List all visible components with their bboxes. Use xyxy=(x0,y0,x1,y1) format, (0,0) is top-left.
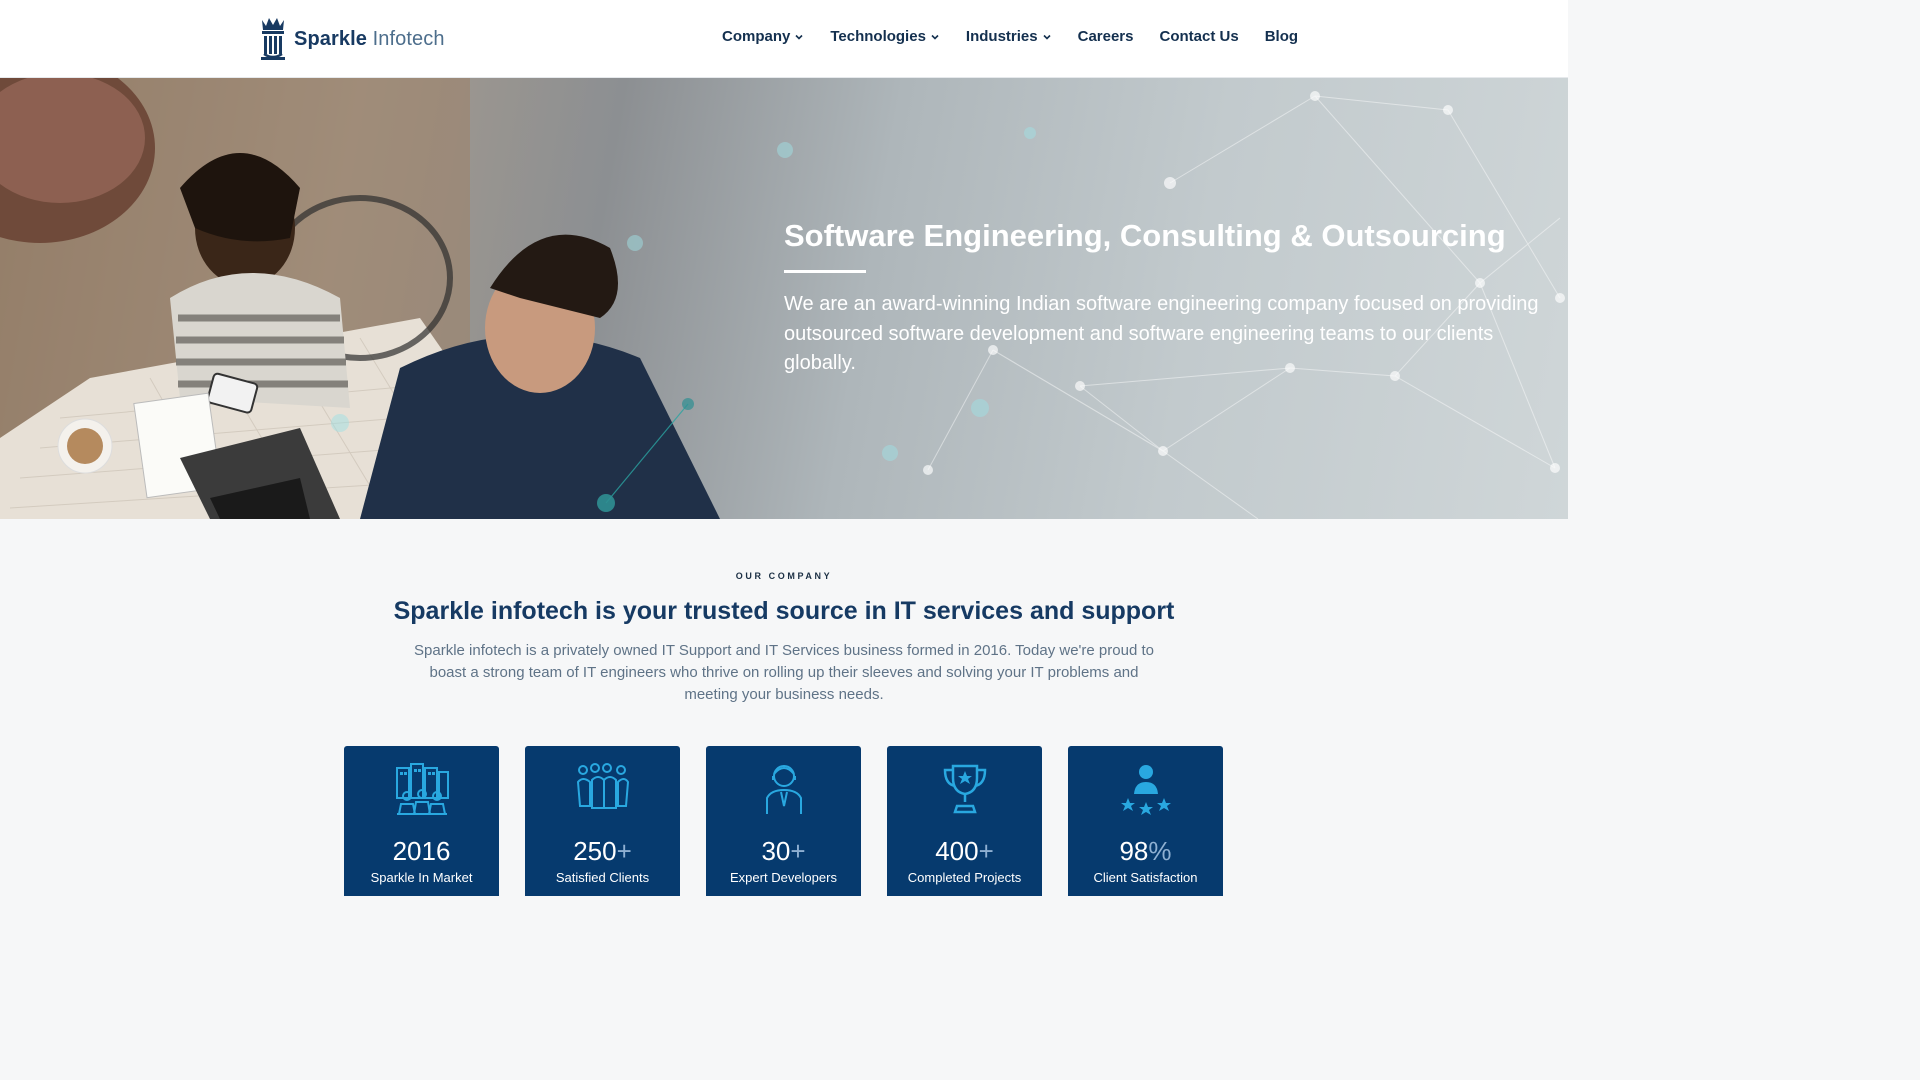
chevron-down-icon xyxy=(931,34,939,40)
trophy-icon xyxy=(943,764,986,814)
nav-label: Technologies xyxy=(830,28,926,45)
nav-label: Contact Us xyxy=(1159,28,1239,45)
stat-number: 98% xyxy=(1068,836,1223,867)
brand-name: Sparkle Infotech xyxy=(294,28,445,51)
stat-label: Sparkle In Market xyxy=(370,870,473,885)
stat-number: 250+ xyxy=(525,836,680,867)
nav-item-company[interactable]: Company xyxy=(722,28,804,45)
stat-value: 400 xyxy=(935,836,979,866)
stat-value: 2016 xyxy=(392,836,451,866)
stat-value: 98 xyxy=(1119,836,1149,866)
nav-item-blog[interactable]: Blog xyxy=(1265,28,1298,45)
stat-suffix: + xyxy=(616,836,632,866)
hero-divider xyxy=(784,270,866,273)
nav-label: Company xyxy=(722,28,791,45)
stat-suffix: + xyxy=(790,836,806,866)
nav-label: Blog xyxy=(1264,28,1299,45)
nav-label: Careers xyxy=(1077,28,1134,45)
developer-person-icon xyxy=(765,765,802,814)
nav-label: Industries xyxy=(965,28,1038,45)
buildings-team-icon xyxy=(395,763,449,815)
stat-suffix: + xyxy=(978,836,994,866)
nav-item-careers[interactable]: Careers xyxy=(1078,28,1134,45)
stat-card-satisfaction: 98% Client Satisfaction xyxy=(1068,746,1223,896)
section-description: Sparkle infotech is a privately owned IT… xyxy=(414,642,1154,703)
group-people-icon xyxy=(576,763,629,809)
brand-logo[interactable]: Sparkle Infotech xyxy=(258,16,445,62)
stat-card-clients: 250+ Satisfied Clients xyxy=(525,746,680,896)
site-header: Sparkle Infotech Company Technologies In… xyxy=(0,0,1568,78)
stat-card-projects: 400+ Completed Projects xyxy=(887,746,1042,896)
stat-value: 250 xyxy=(573,836,617,866)
nav-item-industries[interactable]: Industries xyxy=(966,28,1052,45)
stat-label: Expert Developers xyxy=(730,870,837,885)
crown-pillar-logo-icon xyxy=(261,18,285,60)
stat-label: Client Satisfaction xyxy=(1093,870,1198,885)
stat-number: 30+ xyxy=(706,836,861,867)
section-headline: Sparkle infotech is your trusted source … xyxy=(393,597,1175,625)
stat-value: 30 xyxy=(761,836,791,866)
hero-description: We are an award-winning Indian software … xyxy=(784,293,1539,374)
hero-banner: Software Engineering, Consulting & Outso… xyxy=(0,78,1568,519)
stat-label: Completed Projects xyxy=(907,870,1022,885)
stat-number: 400+ xyxy=(887,836,1042,867)
nav-item-contact-us[interactable]: Contact Us xyxy=(1160,28,1239,45)
brand-name-bold: Sparkle xyxy=(294,27,367,50)
stat-suffix: % xyxy=(1148,836,1172,866)
stat-card-market: 2016 Sparkle In Market xyxy=(344,746,499,896)
chevron-down-icon xyxy=(795,34,803,40)
user-stars-icon xyxy=(1120,765,1171,815)
section-kicker: OUR COMPANY xyxy=(735,571,833,581)
stats-row: 2016 Sparkle In Market 250+ Satisfied Cl… xyxy=(344,746,1223,896)
nav-item-technologies[interactable]: Technologies xyxy=(830,28,940,45)
hero-title: Software Engineering, Consulting & Outso… xyxy=(784,218,1506,253)
stat-card-developers: 30+ Expert Developers xyxy=(706,746,861,896)
stat-number: 2016 xyxy=(344,836,499,867)
brand-name-light: Infotech xyxy=(372,27,445,50)
main-nav: Company Technologies Industries Careers … xyxy=(722,28,1324,45)
chevron-down-icon xyxy=(1043,34,1051,40)
stat-label: Satisfied Clients xyxy=(555,870,650,885)
